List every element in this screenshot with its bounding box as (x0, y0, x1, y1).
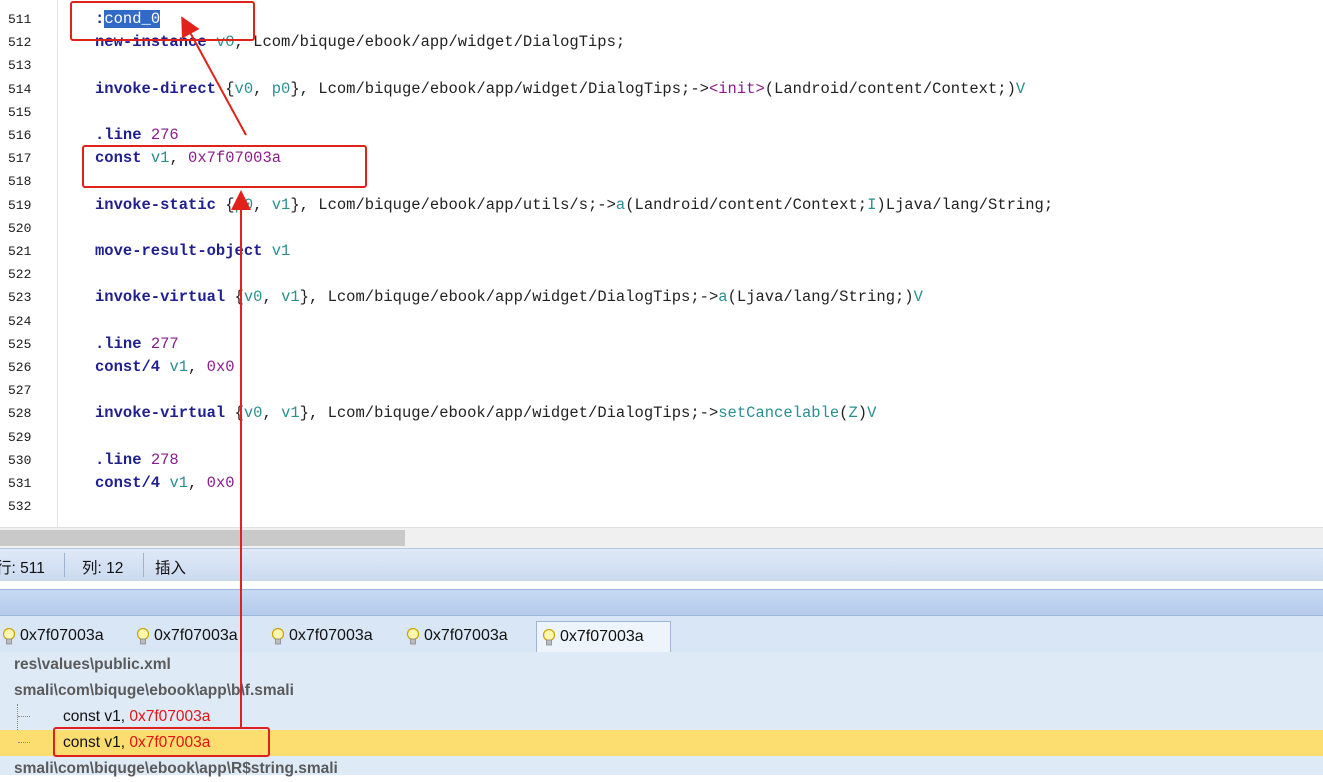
line-number: 526 (8, 360, 32, 375)
code-line[interactable]: 531 const/4 v1, 0x0 (0, 472, 1323, 495)
lightbulb-icon (542, 628, 556, 646)
line-number: 524 (8, 313, 32, 329)
lightbulb-icon (406, 627, 420, 645)
code-line[interactable]: 522 (0, 263, 1323, 286)
code-text: .line 277 (95, 334, 179, 353)
search-panel-header (0, 589, 1323, 616)
code-line[interactable]: 530 .line 278 (0, 449, 1323, 472)
status-column: 列: 12 (82, 560, 124, 577)
status-row: 行: 511 (0, 560, 45, 577)
code-line[interactable]: 528 invoke-virtual {v0, v1}, Lcom/biquge/… (0, 402, 1323, 425)
tab-search-4[interactable]: 0x7f07003a (406, 621, 533, 651)
line-number: 522 (8, 267, 32, 283)
result-file-row[interactable]: res\values\public.xml (0, 652, 1323, 678)
status-separator (64, 553, 65, 577)
tab-label: 0x7f07003a (289, 627, 373, 644)
match-value: 0x7f07003a (129, 708, 211, 725)
tab-search-2[interactable]: 0x7f07003a (136, 621, 263, 651)
result-file-path: res\values\public.xml (14, 656, 171, 673)
annotation-box-const-line (82, 145, 367, 188)
line-number: 532 (8, 499, 32, 515)
annotation-box-search-result (53, 727, 270, 757)
code-editor[interactable]: 511:cond_0 512 new-instance v0, Lcom/biqug… (0, 0, 1323, 527)
code-line[interactable]: 513 (0, 54, 1323, 77)
tree-connector (18, 742, 30, 743)
tab-label: 0x7f07003a (560, 628, 644, 645)
annotation-box-cond-label (70, 1, 255, 41)
code-line[interactable]: 520 (0, 217, 1323, 240)
code-text: move-result-object v1 (95, 242, 291, 260)
code-line[interactable]: 524 (0, 310, 1323, 333)
code-text: const/4 v1, 0x0 (95, 474, 235, 492)
status-insert-mode: 插入 (155, 560, 187, 577)
code-line[interactable]: 521 move-result-object v1 (0, 240, 1323, 263)
line-number: 516 (8, 128, 32, 143)
status-bar: 行: 511 列: 12 插入 (0, 548, 1323, 581)
line-number: 517 (8, 151, 32, 167)
line-number: 531 (8, 476, 32, 491)
line-number: 528 (8, 406, 32, 422)
result-file-path: smali\com\biquge\ebook\app\R$string.smal… (14, 760, 338, 777)
line-number: 518 (8, 174, 32, 190)
tab-label: 0x7f07003a (20, 627, 104, 644)
match-code: const v1, (63, 708, 130, 725)
code-line[interactable]: 514 invoke-direct {v0, p0}, Lcom/biquge/e… (0, 78, 1323, 101)
code-line[interactable]: 532 (0, 495, 1323, 518)
code-text: invoke-direct {v0, p0}, Lcom/biquge/eboo… (95, 79, 1026, 98)
code-line[interactable]: 515 (0, 101, 1323, 124)
line-number: 520 (8, 220, 32, 236)
result-file-row[interactable]: smali\com\biquge\ebook\app\R$string.smal… (0, 756, 1323, 782)
code-line[interactable]: 527 (0, 379, 1323, 402)
code-text: invoke-virtual {v0, v1}, Lcom/biquge/ebo… (95, 404, 877, 423)
code-text: .line 278 (95, 450, 179, 469)
code-line[interactable]: 519 invoke-static {p0, v1}, Lcom/biquge/e… (0, 194, 1323, 217)
line-number: 513 (8, 58, 32, 74)
tab-label: 0x7f07003a (154, 627, 238, 644)
result-file-row[interactable]: smali\com\biquge\ebook\app\b\f.smali (0, 678, 1323, 704)
code-text: invoke-virtual {v0, v1}, Lcom/biquge/ebo… (95, 288, 923, 307)
code-text: const/4 v1, 0x0 (95, 358, 235, 376)
code-line[interactable]: 523 invoke-virtual {v0, v1}, Lcom/biquge/… (0, 286, 1323, 309)
code-line[interactable]: 526 const/4 v1, 0x0 (0, 356, 1323, 379)
code-text: invoke-static {p0, v1}, Lcom/biquge/eboo… (95, 195, 1054, 214)
tab-label: 0x7f07003a (424, 627, 508, 644)
tab-search-5[interactable]: 0x7f07003a (536, 621, 671, 652)
line-number: 519 (8, 197, 32, 213)
line-number: 529 (8, 429, 32, 445)
line-number: 530 (8, 452, 32, 468)
search-tabs: 0x7f07003a 0x7f07003a 0x7f07003a 0x7f070… (0, 616, 1323, 653)
code-line[interactable]: 529 (0, 426, 1323, 449)
line-number: 527 (8, 383, 32, 399)
line-number: 512 (8, 35, 32, 51)
lightbulb-icon (271, 627, 285, 645)
code-line[interactable]: 516 .line 276 (0, 124, 1323, 147)
line-number: 525 (8, 336, 32, 352)
tab-search-3[interactable]: 0x7f07003a (271, 621, 398, 651)
tree-connector (18, 716, 30, 717)
code-line[interactable]: 525 .line 277 (0, 333, 1323, 356)
lightbulb-icon (136, 627, 150, 645)
line-number: 511 (8, 12, 32, 27)
line-number: 523 (8, 290, 32, 306)
lightbulb-icon (2, 627, 16, 645)
scrollbar-thumb[interactable] (0, 530, 405, 546)
status-separator (143, 553, 144, 577)
code-text: .line 276 (95, 126, 179, 144)
result-file-path: smali\com\biquge\ebook\app\b\f.smali (14, 682, 294, 699)
line-number: 515 (8, 104, 32, 120)
tab-search-1[interactable]: 0x7f07003a (2, 621, 129, 651)
horizontal-scrollbar[interactable] (0, 527, 1323, 548)
line-number: 514 (8, 81, 32, 97)
line-number: 521 (8, 244, 32, 259)
